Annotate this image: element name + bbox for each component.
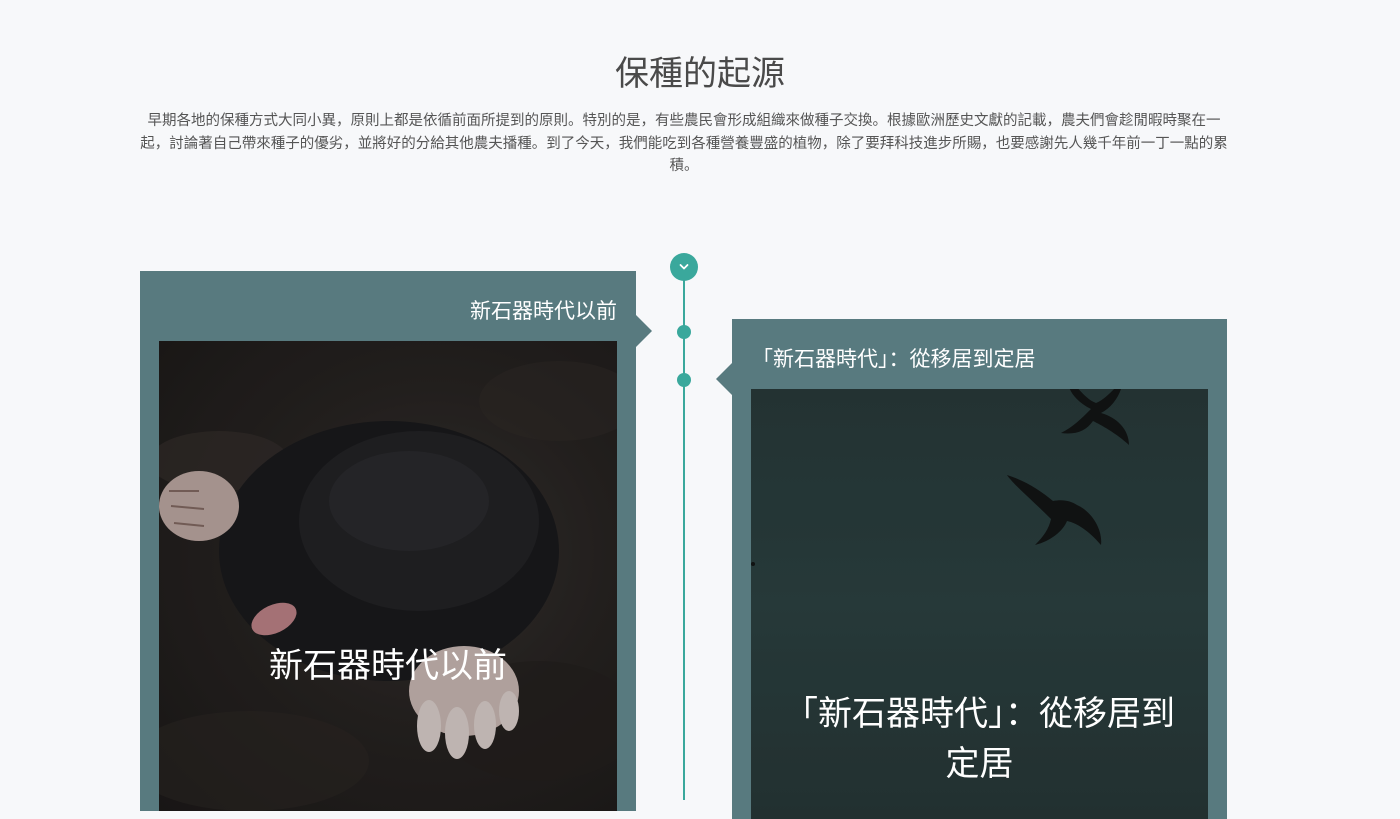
card-image-caption: 新石器時代以前 xyxy=(269,646,507,686)
timeline-card-prehistoric: 新石器時代以前 新石器時代以前 xyxy=(140,271,652,811)
image-overlay xyxy=(159,341,617,811)
card-heading: 「新石器時代」：從移居到定居 xyxy=(752,347,1036,371)
timeline-card-neolithic: 「新石器時代」：從移居到定居 「新石器時代」：從移居到定居 xyxy=(716,319,1227,819)
section-title: 保種的起源 xyxy=(615,54,785,94)
card-pointer-arrow xyxy=(636,315,652,347)
card-image-birds[interactable]: 「新石器時代」：從移居到定居 xyxy=(751,389,1208,819)
timeline-dot[interactable] xyxy=(677,373,691,387)
card-image-caption: 「新石器時代」：從移居到定居 xyxy=(784,694,1175,784)
section-intro: 早期各地的保種方式大同小異，原則上都是依循前面所提到的原則。特別的是，有些農民會… xyxy=(140,113,1228,174)
timeline-toggle-button[interactable] xyxy=(670,253,698,281)
timeline-dot[interactable] xyxy=(677,325,691,339)
card-pointer-arrow xyxy=(716,363,732,395)
card-image-mole[interactable]: 新石器時代以前 xyxy=(159,341,617,811)
timeline-line xyxy=(683,270,685,800)
chevron-down-icon xyxy=(679,264,689,270)
card-heading: 新石器時代以前 xyxy=(470,299,617,323)
